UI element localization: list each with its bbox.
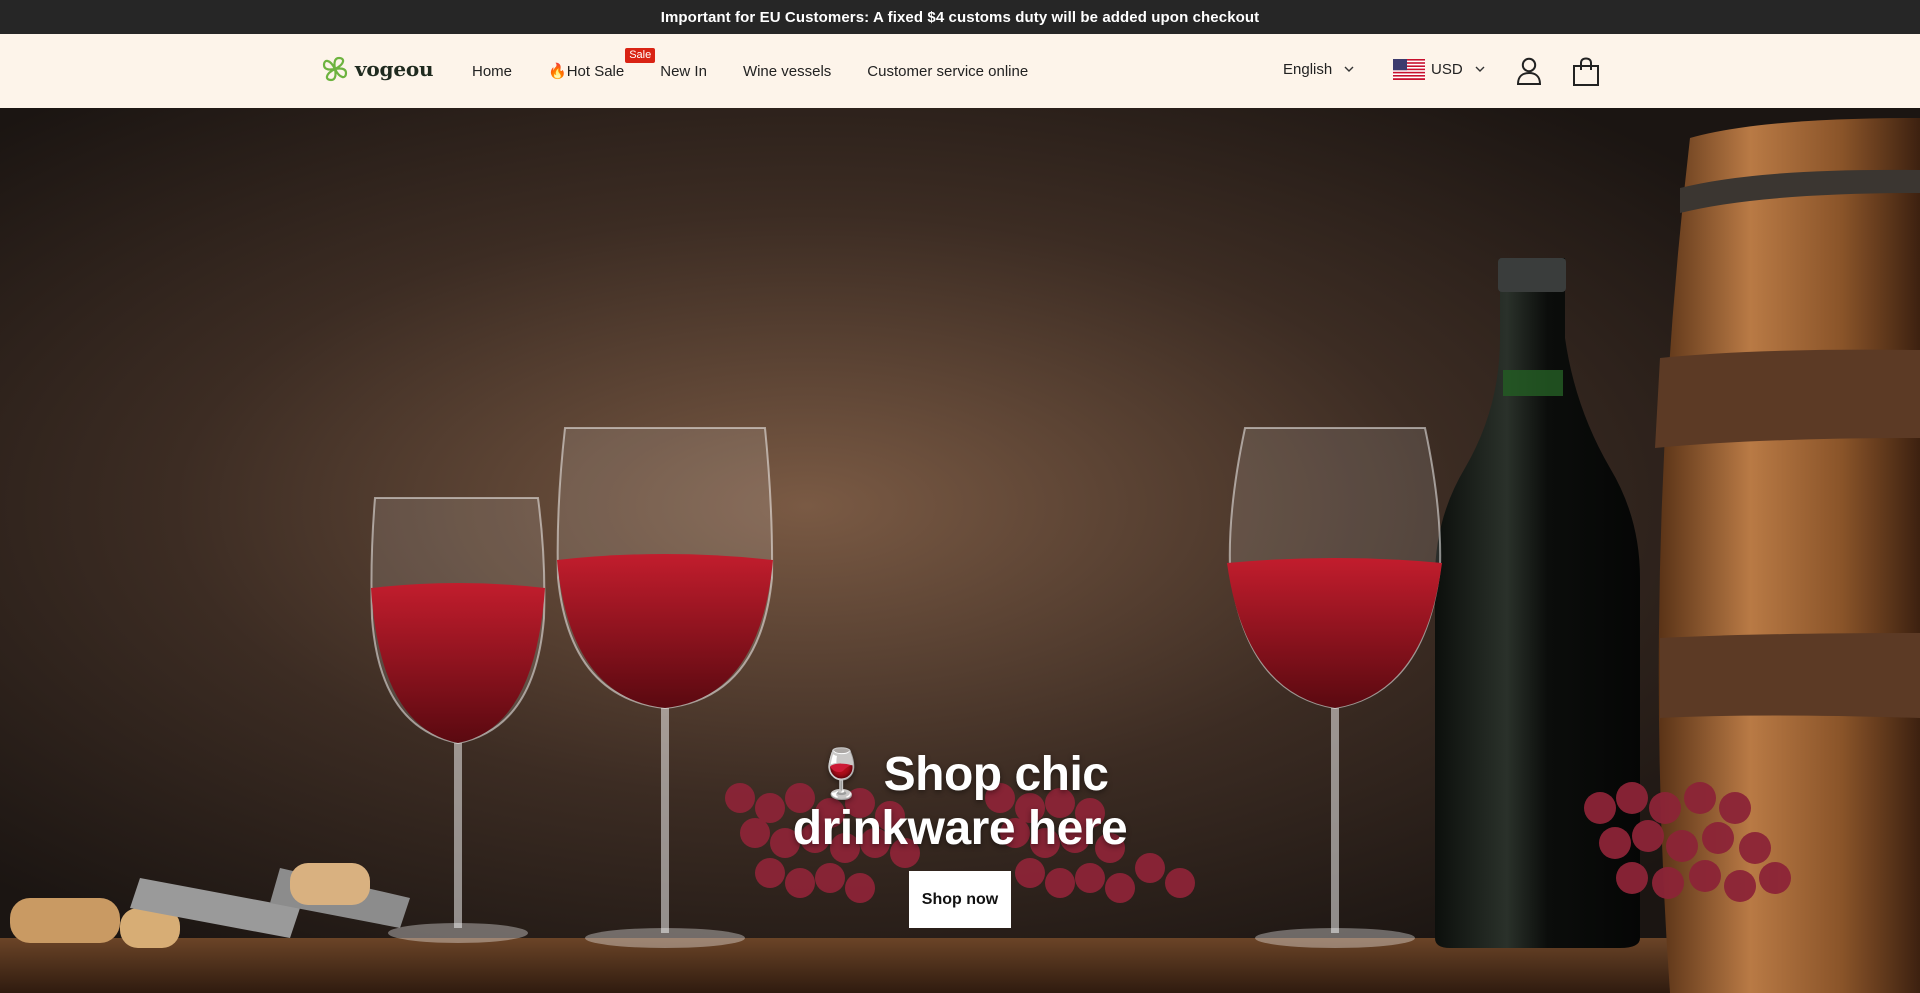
chevron-down-icon [1344, 66, 1354, 72]
cart-button[interactable] [1572, 57, 1600, 92]
main-nav: Home 🔥Hot Sale Sale New In Wine vessels … [472, 34, 1064, 108]
chevron-down-icon [1475, 66, 1485, 72]
nav-home[interactable]: Home [472, 63, 512, 80]
hero-title: 🍷 Shop chic drinkware here [720, 748, 1200, 856]
wine-glass-icon: 🍷 [811, 748, 872, 801]
flame-icon: 🔥 [548, 63, 567, 80]
leaf-logo-icon [322, 56, 348, 82]
nav-new-in[interactable]: New In [660, 63, 707, 80]
logo[interactable]: vogeou [321, 55, 434, 83]
shop-now-button[interactable]: Shop now [909, 871, 1011, 928]
currency-label: USD [1431, 61, 1463, 78]
account-button[interactable] [1516, 57, 1542, 90]
announcement-bar: Important for EU Customers: A fixed $4 c… [0, 0, 1920, 34]
user-icon [1516, 57, 1542, 85]
shopping-bag-icon [1573, 57, 1599, 86]
sale-badge: Sale [625, 48, 656, 63]
nav-wine-vessels[interactable]: Wine vessels [743, 63, 831, 80]
language-selector[interactable]: English [1283, 61, 1354, 78]
nav-customer-service[interactable]: Customer service online [867, 63, 1028, 80]
hero-banner: 🍷 Shop chic drinkware here Shop now [0, 108, 1920, 993]
nav-hot-sale-label: Hot Sale [566, 63, 625, 80]
nav-hot-sale[interactable]: 🔥Hot Sale Sale [548, 48, 656, 80]
hero-image [0, 108, 1920, 993]
language-label: English [1283, 61, 1333, 78]
announcement-text: Important for EU Customers: A fixed $4 c… [660, 8, 1260, 26]
us-flag-icon [1393, 59, 1425, 80]
site-header: vogeou Home 🔥Hot Sale Sale New In Wine v… [0, 34, 1920, 109]
logo-text: vogeou [355, 57, 434, 81]
currency-selector[interactable]: USD [1393, 59, 1485, 80]
